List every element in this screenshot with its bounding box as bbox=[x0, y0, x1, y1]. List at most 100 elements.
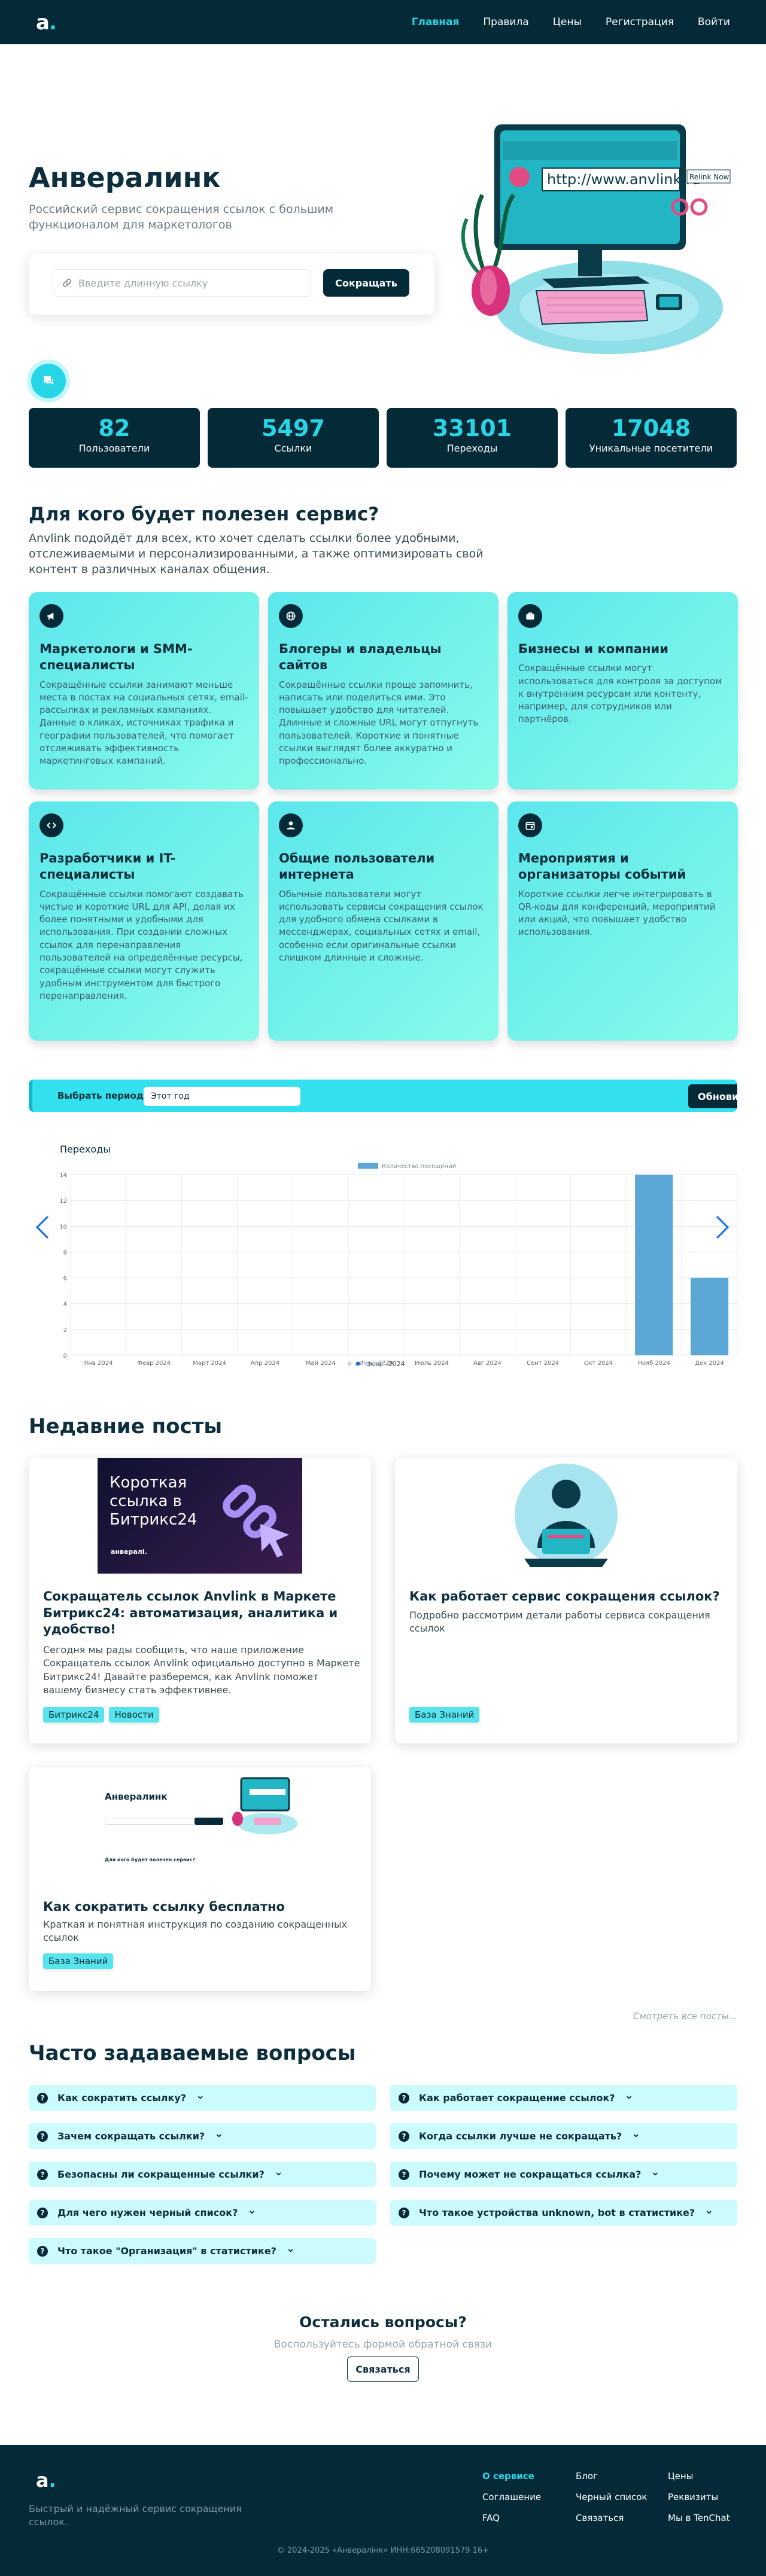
contact-button[interactable]: Связаться bbox=[347, 2356, 419, 2382]
carousel-prev-icon[interactable] bbox=[34, 1214, 51, 1240]
question-icon: ? bbox=[37, 2245, 48, 2257]
faq-column-left: ? Как сократить ссылку? ⌄? Зачем сокращать … bbox=[29, 2085, 376, 2264]
faq-item[interactable]: ? Как работает сокращение ссылок? ⌄ bbox=[390, 2085, 737, 2111]
faq-column-right: ? Как работает сокращение ссылок? ⌄ ? Когда … bbox=[390, 2085, 737, 2226]
stat-links: 5497 Ссылки bbox=[208, 408, 379, 468]
audience-card: Мероприятия и организаторы событий Корот… bbox=[507, 801, 738, 1041]
footer-link[interactable]: О сервисе bbox=[482, 2466, 541, 2487]
post-tag[interactable]: База Знаний bbox=[43, 1953, 114, 1969]
question-icon: ? bbox=[37, 2130, 48, 2142]
audience-card: Маркетологи и SMM-специалисты Сокращённы… bbox=[29, 592, 259, 789]
y-tick-label: 10 bbox=[59, 1224, 67, 1230]
audience-card: Общие пользователи интернета Обычные пол… bbox=[268, 801, 498, 1041]
post-tags: База Знаний bbox=[43, 1953, 118, 1969]
post-thumbnail: Короткая ссылка в Битрикс24 анвералі. bbox=[98, 1458, 302, 1574]
carousel-dot[interactable] bbox=[364, 1361, 369, 1366]
post-tags: Битрикс24 Новости bbox=[43, 1707, 164, 1723]
post-title[interactable]: Как сократить ссылку бесплатно bbox=[43, 1899, 354, 1916]
question-icon: ? bbox=[37, 2092, 48, 2104]
footer-link[interactable]: Черный список bbox=[576, 2487, 648, 2508]
faq-question: Для чего нужен черный список? bbox=[57, 2207, 238, 2218]
y-tick-label: 8 bbox=[63, 1249, 67, 1256]
audience-card-text: Сокращённые ссылки помогают создавать чи… bbox=[39, 888, 244, 1001]
footer-column-2: Блог Черный список Связаться bbox=[576, 2466, 648, 2529]
contact-title: Остались вопросы? bbox=[299, 2313, 467, 2331]
audience-card-text: Сокращённые ссылки могут использоваться … bbox=[518, 663, 722, 725]
faq-item[interactable]: ? Для чего нужен черный список? ⌄ bbox=[29, 2200, 376, 2226]
chevron-down-icon: ⌄ bbox=[704, 2204, 714, 2217]
legend-label: Количество посещений bbox=[382, 1163, 456, 1170]
nav-link-register[interactable]: Регистрация bbox=[606, 16, 674, 28]
audience-card-text: Сокращённые ссылки проще запомнить, напи… bbox=[279, 679, 479, 767]
chat-button[interactable] bbox=[31, 364, 66, 398]
footer-link[interactable]: Мы в TenChat bbox=[668, 2508, 730, 2529]
post-card[interactable]: Короткая ссылка в Битрикс24 анвералі. Со… bbox=[29, 1458, 371, 1743]
carousel-next-icon[interactable] bbox=[713, 1214, 731, 1240]
post-title[interactable]: Как работает сервис сокращения ссылок? bbox=[409, 1589, 721, 1605]
stat-label: Переходы bbox=[446, 443, 498, 454]
link-icon bbox=[63, 279, 71, 287]
footer-link[interactable]: Блог bbox=[576, 2466, 648, 2487]
footer-copyright: © 2024-2025 «Анвералінк» ИНН:66520809157… bbox=[276, 2546, 490, 2555]
nav-link-home[interactable]: Главная bbox=[412, 16, 460, 28]
update-button[interactable]: Обновит bbox=[688, 1084, 744, 1108]
y-tick-label: 2 bbox=[63, 1327, 67, 1334]
faq-question: Безопасны ли сокращенные ссылки? bbox=[57, 2169, 265, 2180]
post-card[interactable]: Как работает сервис сокращения ссылок? П… bbox=[395, 1458, 737, 1743]
footer-link[interactable]: Реквизиты bbox=[668, 2487, 730, 2508]
nav-link-rules[interactable]: Правила bbox=[483, 16, 528, 28]
post-description: Краткая и понятная инструкция по создани… bbox=[43, 1919, 348, 1944]
faq-item[interactable]: ? Почему может не сокращаться ссылка? ⌄ bbox=[390, 2162, 737, 2187]
long-url-input[interactable]: Введите длинную ссылку bbox=[53, 269, 311, 297]
stat-users: 82 Пользователи bbox=[29, 408, 200, 468]
post-tag[interactable]: Новости bbox=[109, 1707, 159, 1723]
faq-item[interactable]: ? Что такое "Организация" в статистике? ⌄ bbox=[29, 2238, 376, 2264]
post-card[interactable]: Анвералинк Для кого будет полезен сервис… bbox=[29, 1767, 371, 1991]
stat-label: Уникальные посетители bbox=[589, 443, 713, 454]
carousel-dot[interactable] bbox=[372, 1361, 377, 1366]
faq-item[interactable]: ? Что такое устройства unknown, bot в ста… bbox=[390, 2200, 737, 2226]
illustration-url-text: http://www.anvlink.ru bbox=[547, 171, 701, 188]
faq-question: Почему может не сокращаться ссылка? bbox=[419, 2169, 642, 2180]
footer-link[interactable]: FAQ bbox=[482, 2508, 541, 2529]
audience-card-title: Мероприятия и организаторы событий bbox=[518, 851, 686, 882]
y-tick-label: 0 bbox=[63, 1353, 67, 1359]
faq-item[interactable]: ? Когда ссылки лучше не сокращать? ⌄ bbox=[390, 2123, 737, 2149]
nav-link-login[interactable]: Войти bbox=[698, 16, 730, 28]
site-logo[interactable]: a. bbox=[36, 11, 57, 35]
main-menu: Главная Правила Цены Регистрация Войти bbox=[412, 0, 730, 44]
stat-value: 82 bbox=[98, 415, 130, 441]
footer-link[interactable]: Связаться bbox=[576, 2508, 648, 2529]
faq-item[interactable]: ? Как сократить ссылку? ⌄ bbox=[29, 2085, 376, 2111]
period-input[interactable]: Этот год bbox=[144, 1087, 300, 1106]
faq-question: Как сократить ссылку? bbox=[57, 2092, 187, 2104]
audience-card: Блогеры и владельцы сайтов Сокращённые с… bbox=[268, 592, 498, 789]
x-tick-label: Апр 2024 bbox=[251, 1360, 279, 1367]
megaphone-icon bbox=[39, 604, 63, 628]
footer-link[interactable]: Соглашение bbox=[482, 2487, 541, 2508]
code-icon bbox=[39, 813, 63, 837]
x-tick-label: Март 2024 bbox=[193, 1360, 226, 1367]
footer-link[interactable]: Цены bbox=[668, 2466, 730, 2487]
audience-card-title: Бизнесы и компании bbox=[518, 642, 668, 656]
footer-logo[interactable]: a. bbox=[36, 2469, 56, 2492]
carousel-dot[interactable] bbox=[355, 1361, 360, 1366]
post-thumbnail: Анвералинк Для кого будет полезен сервис… bbox=[98, 1767, 302, 1883]
thumb-brand: анвералі. bbox=[111, 1548, 147, 1556]
y-tick-label: 4 bbox=[63, 1301, 67, 1308]
post-tag[interactable]: База Знаний bbox=[409, 1707, 480, 1723]
y-tick-label: 6 bbox=[63, 1276, 67, 1282]
carousel-dot[interactable] bbox=[347, 1361, 352, 1366]
x-tick-label: Июль 2024 bbox=[415, 1360, 449, 1367]
nav-link-prices[interactable]: Цены bbox=[553, 16, 582, 28]
shorten-button[interactable]: Сокращать bbox=[323, 269, 409, 297]
faq-item[interactable]: ? Зачем сокращать ссылки? ⌄ bbox=[29, 2123, 376, 2149]
question-icon: ? bbox=[399, 2130, 409, 2142]
carousel-dot[interactable] bbox=[381, 1361, 385, 1366]
faq-item[interactable]: ? Безопасны ли сокращенные ссылки? ⌄ bbox=[29, 2162, 376, 2187]
all-posts-link[interactable]: Смотреть все посты... bbox=[633, 2011, 737, 2022]
post-title[interactable]: Сокращатель ссылок Anvlink в Маркете Бит… bbox=[43, 1589, 342, 1638]
post-tag[interactable]: Битрикс24 bbox=[43, 1707, 105, 1723]
x-tick-label: Нояб 2024 bbox=[638, 1360, 670, 1367]
x-tick-label: Май 2024 bbox=[306, 1360, 336, 1367]
